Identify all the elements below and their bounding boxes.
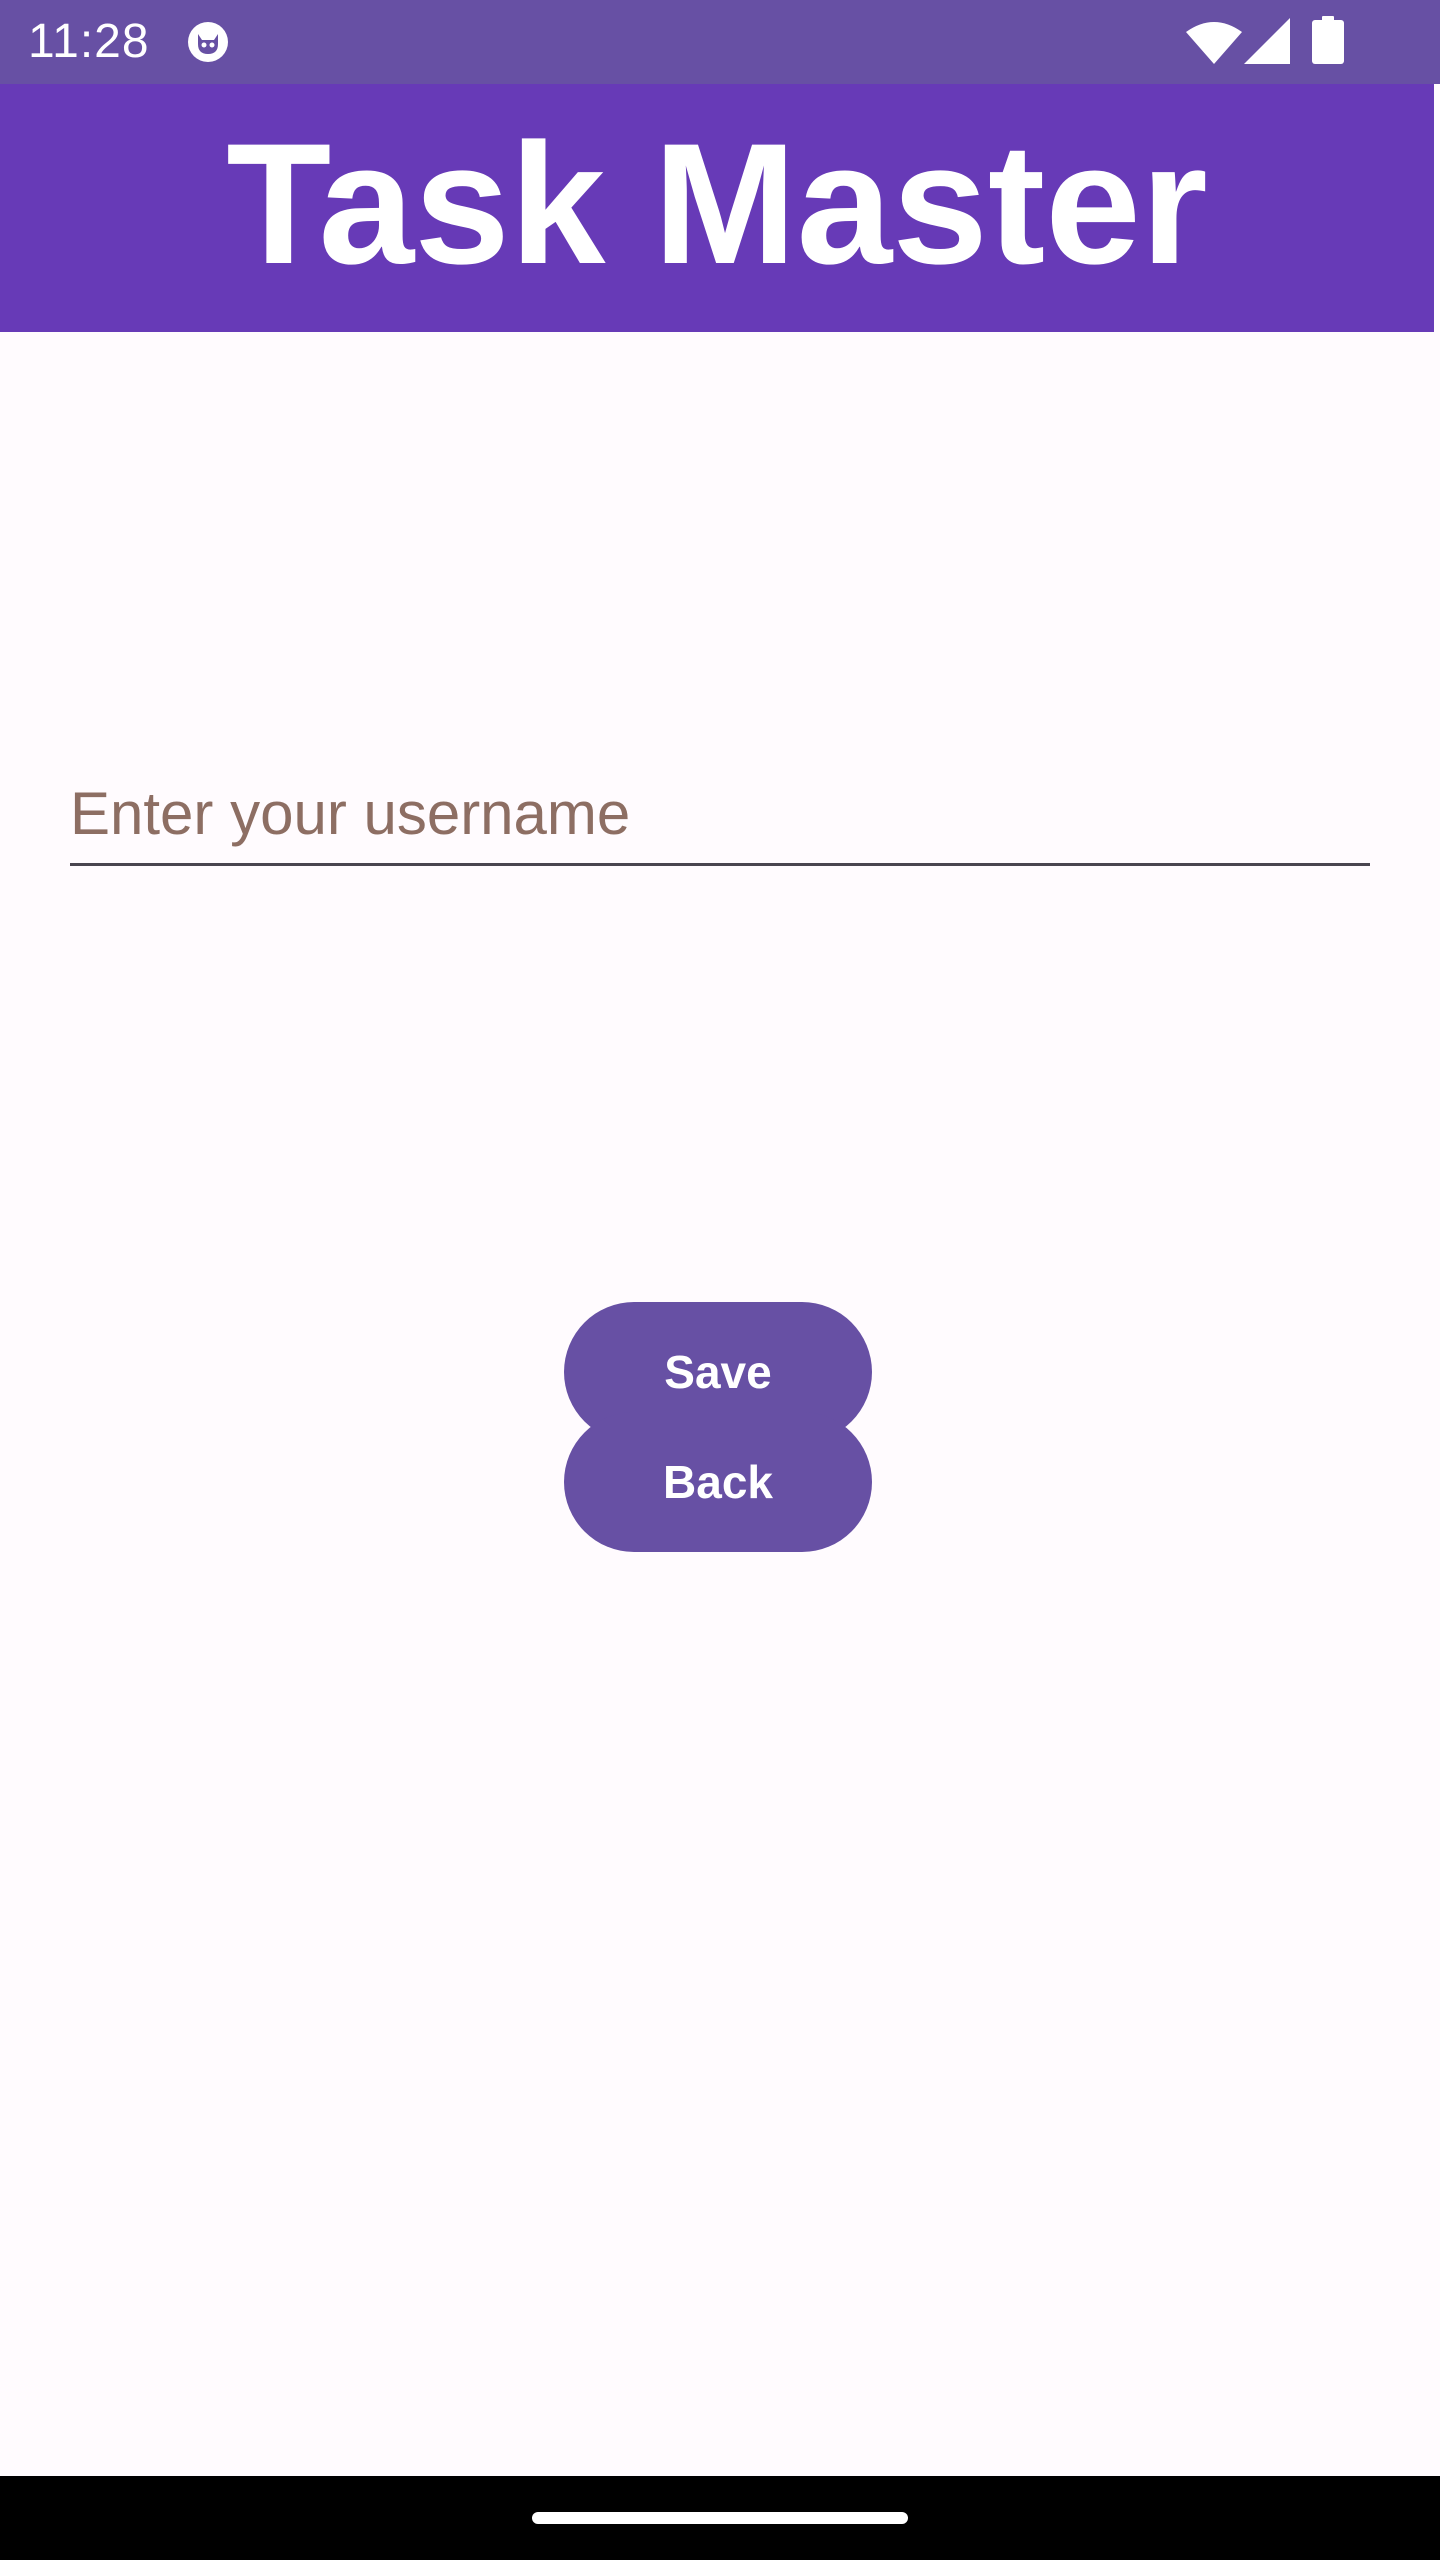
battery-icon	[1312, 16, 1344, 64]
app-notification-icon	[186, 20, 230, 64]
username-input[interactable]	[70, 764, 1370, 866]
back-button[interactable]: Back	[564, 1412, 872, 1552]
status-time: 11:28	[28, 15, 150, 68]
status-bar: 11:28	[0, 0, 1440, 84]
app-title: Task Master	[226, 108, 1208, 300]
app-bar: Task Master	[0, 84, 1434, 332]
signal-icon	[1244, 18, 1290, 64]
wifi-icon	[1186, 20, 1242, 64]
navigation-bar	[0, 2476, 1440, 2560]
home-gesture-handle[interactable]	[532, 2512, 908, 2524]
